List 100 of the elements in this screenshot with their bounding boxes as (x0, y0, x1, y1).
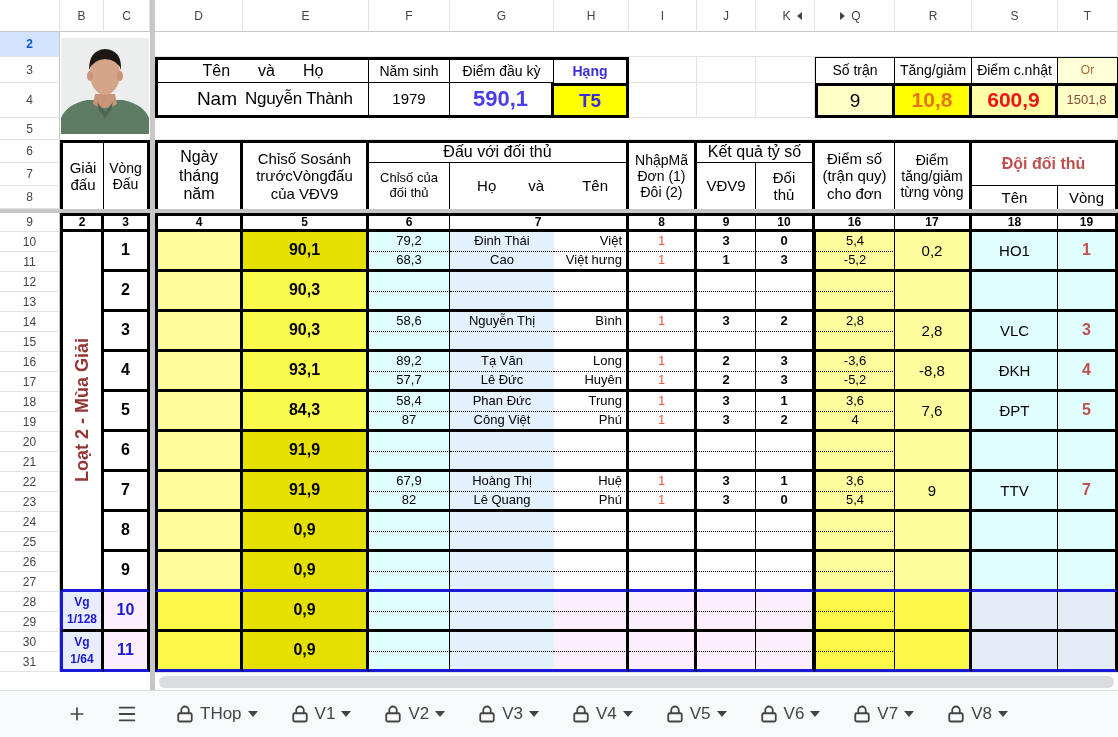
table-cell: Việt hưng (554, 252, 629, 272)
row-number[interactable]: 27 (0, 572, 60, 592)
column-number: 3 (104, 213, 150, 232)
row-number[interactable]: 2 (0, 32, 60, 57)
table-cell: 5,4 (815, 232, 895, 252)
row-number[interactable]: 31 (0, 652, 60, 672)
table-cell: 1 (629, 392, 697, 412)
table-cell: 1 (629, 232, 697, 252)
table-cell: Nam (155, 83, 243, 118)
caret-icon[interactable] (810, 711, 821, 717)
column-letter[interactable]: J (723, 8, 729, 23)
row-number[interactable]: 3 (0, 57, 60, 83)
column-letter[interactable]: I (660, 8, 665, 23)
stage-label: Vg (74, 634, 90, 651)
column-letter[interactable]: K (782, 8, 791, 23)
caret-icon[interactable] (528, 711, 539, 717)
table-cell: -3,6 (815, 352, 895, 372)
row-number[interactable]: 18 (0, 392, 60, 412)
table-cell (629, 292, 697, 312)
sheet-tab[interactable]: V3 (470, 696, 547, 732)
row-number[interactable]: 14 (0, 312, 60, 332)
row-number[interactable]: 7 (0, 163, 60, 186)
sheet-tab[interactable]: V6 (751, 696, 829, 732)
row-number[interactable]: 20 (0, 432, 60, 452)
table-cell (697, 612, 756, 632)
row-number[interactable]: 13 (0, 292, 60, 312)
column-letter[interactable]: S (1010, 8, 1019, 23)
summary-value: 10,8 (895, 83, 972, 118)
row-number[interactable]: 23 (0, 492, 60, 512)
column-header: Tăng/giảm (895, 57, 972, 83)
table-cell (1058, 512, 1118, 552)
sheet-tab[interactable]: V4 (563, 696, 641, 732)
left-triangle-icon[interactable] (796, 11, 802, 20)
row-number[interactable]: 8 (0, 186, 60, 209)
table-cell: 1 (629, 252, 697, 272)
column-letter[interactable]: G (496, 8, 507, 23)
column-header: Giải đấu (60, 140, 104, 209)
row-number[interactable]: 25 (0, 532, 60, 552)
row-number[interactable]: 11 (0, 252, 60, 272)
column-header: Điểm số (trận quy) cho đơn (815, 140, 895, 209)
column-header: Hạng (554, 57, 629, 83)
column-letter[interactable]: C (122, 8, 131, 23)
row-number[interactable]: 5 (0, 118, 60, 140)
sheet-tab[interactable]: THop (168, 696, 266, 732)
row-number[interactable]: 16 (0, 352, 60, 372)
caret-icon[interactable] (997, 711, 1008, 717)
row-number[interactable]: 21 (0, 452, 60, 472)
table-cell: Phú (554, 412, 629, 432)
row-number[interactable]: 24 (0, 512, 60, 532)
row-number[interactable]: 22 (0, 472, 60, 492)
column-letter[interactable]: H (586, 8, 596, 23)
round-number: 4 (104, 352, 150, 392)
column-letter[interactable]: F (405, 8, 413, 23)
table-cell (629, 632, 697, 652)
row-number[interactable]: 12 (0, 272, 60, 292)
caret-icon[interactable] (904, 711, 915, 717)
table-cell (1058, 592, 1118, 632)
sheet-tab[interactable]: V1 (282, 696, 360, 732)
sheet-tab[interactable]: V7 (845, 696, 923, 732)
column-letter[interactable]: D (194, 8, 203, 23)
sheet-tab[interactable]: V5 (657, 696, 735, 732)
row-number[interactable]: 4 (0, 83, 60, 118)
sheet-tab[interactable]: V8 (939, 696, 1016, 732)
table-cell: 3,6 (815, 472, 895, 492)
sheet-tab[interactable]: V2 (376, 696, 454, 732)
table-cell: 3 (756, 252, 815, 272)
row-number[interactable]: 9 (0, 213, 60, 232)
row-number[interactable]: 28 (0, 592, 60, 612)
table-cell: 2 (756, 412, 815, 432)
caret-icon[interactable] (435, 711, 446, 717)
scrollbar[interactable] (155, 672, 1118, 690)
table-cell (697, 572, 756, 592)
caret-icon[interactable] (247, 711, 258, 717)
caret-icon[interactable] (716, 711, 727, 717)
index-cell: 0,9 (243, 552, 369, 592)
lock-icon (176, 705, 194, 723)
table-cell: -8,8 (895, 352, 972, 392)
caret-icon[interactable] (622, 711, 633, 717)
row-number[interactable]: 26 (0, 552, 60, 572)
table-cell: 0 (756, 492, 815, 512)
table-cell: 79,2 (369, 232, 450, 252)
caret-icon[interactable] (341, 711, 352, 717)
table-cell: Phan Đức (450, 392, 554, 412)
table-cell: 57,7 (369, 372, 450, 392)
row-number[interactable]: 17 (0, 372, 60, 392)
table-cell: 58,6 (369, 312, 450, 332)
row-number[interactable]: 15 (0, 332, 60, 352)
column-letter[interactable]: B (77, 8, 86, 23)
table-cell: 1 (629, 352, 697, 372)
row-number[interactable]: 10 (0, 232, 60, 252)
row-number[interactable]: 19 (0, 412, 60, 432)
row-number[interactable]: 30 (0, 632, 60, 652)
column-letter[interactable]: R (928, 8, 938, 23)
row-number[interactable]: 29 (0, 612, 60, 632)
column-letter[interactable]: Q (851, 8, 861, 23)
column-letter[interactable]: E (301, 8, 310, 23)
row-number[interactable]: 6 (0, 140, 60, 163)
column-letter[interactable]: T (1083, 8, 1092, 23)
table-cell: 0 (756, 232, 815, 252)
right-triangle-icon[interactable] (840, 11, 846, 20)
